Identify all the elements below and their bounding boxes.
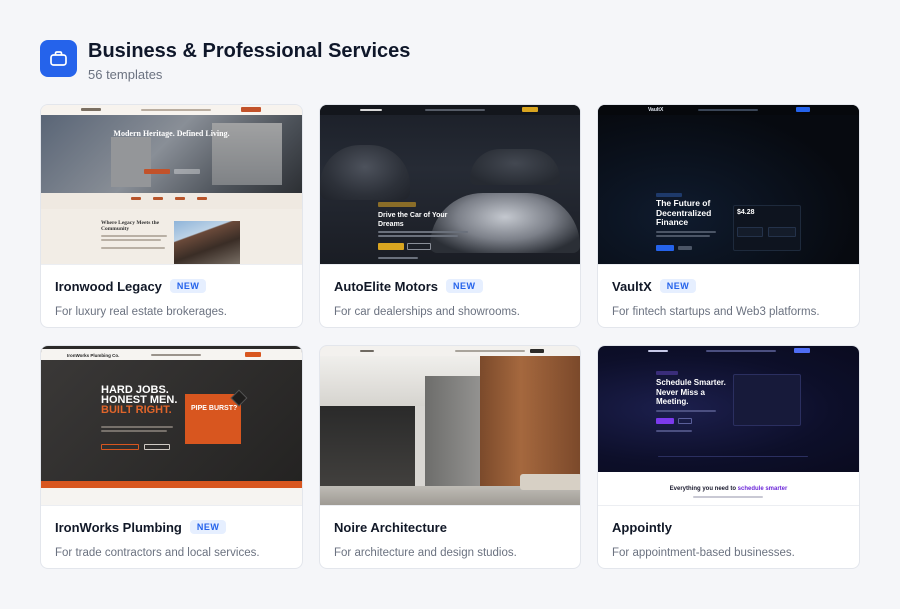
template-description: For appointment-based businesses. xyxy=(612,547,795,559)
template-description: For car dealerships and showrooms. xyxy=(334,306,520,318)
template-card-vaultx[interactable]: VaultX The Future of Decentralized Finan… xyxy=(597,104,860,328)
new-badge: NEW xyxy=(446,279,483,293)
template-preview: Modern Heritage. Defined Living. Where L… xyxy=(41,105,302,265)
preview-brand: VaultX xyxy=(648,107,664,113)
template-preview: VaultX The Future of Decentralized Finan… xyxy=(598,105,859,265)
template-name: Appointly xyxy=(612,519,672,535)
preview-headline: The Future of Decentralized Finance xyxy=(656,198,712,227)
template-preview: Drive the Car of Your Dreams xyxy=(320,105,580,265)
preview-headline: HARD JOBS. HONEST MEN. BUILT RIGHT. xyxy=(101,384,178,416)
template-description: For fintech startups and Web3 platforms. xyxy=(612,306,820,318)
template-name: AutoElite Motors xyxy=(334,278,438,294)
template-description: For luxury real estate brokerages. xyxy=(55,306,227,318)
preview-headline: Modern Heritage. Defined Living. xyxy=(113,129,230,138)
template-name: VaultX xyxy=(612,278,652,294)
template-name: IronWorks Plumbing xyxy=(55,519,182,535)
new-badge: NEW xyxy=(659,279,697,293)
preview-headline: Schedule Smarter. Never Miss a Meeting. xyxy=(656,378,726,406)
new-badge: NEW xyxy=(189,520,227,534)
template-description: For trade contractors and local services… xyxy=(55,547,260,559)
template-preview: IronWorks Plumbing Co. HARD JOBS. HONEST… xyxy=(41,346,302,506)
template-count: 56 templates xyxy=(88,67,163,82)
template-card-ironworks-plumbing[interactable]: IronWorks Plumbing Co. HARD JOBS. HONEST… xyxy=(40,345,303,569)
preview-price: $4.28 xyxy=(737,209,755,216)
preview-subheadline: Everything you need to schedule smarter xyxy=(669,486,788,492)
template-card-appointly[interactable]: Schedule Smarter. Never Miss a Meeting. … xyxy=(597,345,860,569)
template-grid: Modern Heritage. Defined Living. Where L… xyxy=(40,104,860,569)
template-name: Ironwood Legacy xyxy=(55,278,162,294)
template-name: Noire Architecture xyxy=(334,519,447,535)
category-header: Business & Professional Services 56 temp… xyxy=(40,40,410,82)
preview-brand: IronWorks Plumbing Co. xyxy=(67,353,120,358)
new-badge: NEW xyxy=(169,279,207,293)
template-card-ironwood-legacy[interactable]: Modern Heritage. Defined Living. Where L… xyxy=(40,104,303,328)
briefcase-icon xyxy=(40,40,77,77)
preview-callout: PIPE BURST? xyxy=(191,405,238,412)
preview-subheadline: Where Legacy Meets the Community xyxy=(101,220,160,232)
preview-headline: Drive the Car of Your Dreams xyxy=(378,212,448,228)
template-description: For architecture and design studios. xyxy=(334,547,517,559)
template-preview: Schedule Smarter. Never Miss a Meeting. … xyxy=(598,346,859,506)
template-card-autoelite-motors[interactable]: Drive the Car of Your Dreams AutoElite M… xyxy=(319,104,581,328)
template-preview xyxy=(320,346,580,506)
category-title: Business & Professional Services xyxy=(88,40,411,62)
template-card-noire-architecture[interactable]: Noire Architecture For architecture and … xyxy=(319,345,581,569)
